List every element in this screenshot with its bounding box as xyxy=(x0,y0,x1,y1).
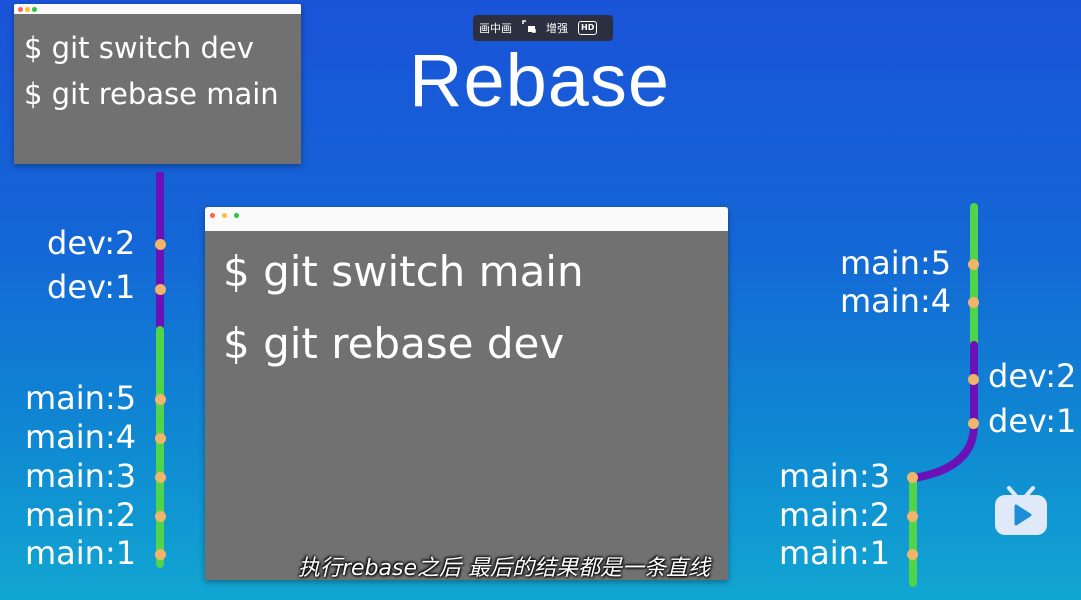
commit-dot xyxy=(968,374,979,385)
hd-button[interactable]: HD xyxy=(578,21,598,35)
video-subtitle: 执行rebase之后 最后的结果都是一条直线 xyxy=(298,556,711,581)
commit-label: main:1 xyxy=(25,534,137,572)
enhance-button[interactable]: 增强 xyxy=(546,20,568,36)
commit-label: main:5 xyxy=(840,244,952,282)
commit-dot xyxy=(155,472,166,483)
player-toolbar: 画中画 增强 HD xyxy=(473,15,613,41)
commit-dot xyxy=(968,297,979,308)
commit-label: dev:1 xyxy=(47,268,136,306)
commit-label: main:3 xyxy=(25,457,137,495)
commit-dot xyxy=(155,394,166,405)
pip-icon[interactable] xyxy=(522,20,536,36)
tv-icon[interactable] xyxy=(993,485,1049,537)
commit-label: main:3 xyxy=(779,457,891,495)
terminal-titlebar xyxy=(205,207,728,231)
main-terminal-window: $ git switch main $ git rebase dev xyxy=(205,207,728,580)
terminal-command-line: $ git rebase main xyxy=(24,77,279,111)
commit-label: main:4 xyxy=(25,418,137,456)
terminal-command-line: $ git switch main xyxy=(223,247,584,296)
commit-dot xyxy=(155,433,166,444)
close-dot-icon[interactable] xyxy=(210,213,215,218)
commit-label: dev:2 xyxy=(988,357,1077,395)
commit-label: dev:2 xyxy=(47,224,136,262)
minimize-dot-icon[interactable] xyxy=(222,213,227,218)
commit-dot xyxy=(907,511,918,522)
commit-label: main:4 xyxy=(840,282,952,320)
commit-dot xyxy=(155,549,166,560)
small-terminal-window: $ git switch dev $ git rebase main xyxy=(14,4,301,164)
maximize-dot-icon[interactable] xyxy=(234,213,239,218)
minimize-dot-icon[interactable] xyxy=(25,7,30,12)
commit-label: dev:1 xyxy=(988,402,1077,440)
terminal-command-line: $ git switch dev xyxy=(24,31,254,65)
commit-dot xyxy=(907,472,918,483)
commit-label: main:1 xyxy=(779,534,891,572)
dev-branch-line xyxy=(910,341,978,482)
commit-dot xyxy=(968,418,979,429)
pip-button[interactable]: 画中画 xyxy=(479,20,512,36)
commit-dot xyxy=(968,259,979,270)
commit-label: main:5 xyxy=(25,379,137,417)
left-branch-graph xyxy=(156,172,164,568)
commit-dot xyxy=(155,239,166,250)
page-title: Rebase xyxy=(409,39,671,122)
commit-dot xyxy=(907,549,918,560)
close-dot-icon[interactable] xyxy=(18,7,23,12)
commit-label: main:2 xyxy=(25,496,137,534)
commit-dot xyxy=(155,284,166,295)
maximize-dot-icon[interactable] xyxy=(32,7,37,12)
terminal-titlebar xyxy=(14,4,301,14)
terminal-command-line: $ git rebase dev xyxy=(223,319,565,368)
commit-dot xyxy=(155,511,166,522)
commit-label: main:2 xyxy=(779,496,891,534)
